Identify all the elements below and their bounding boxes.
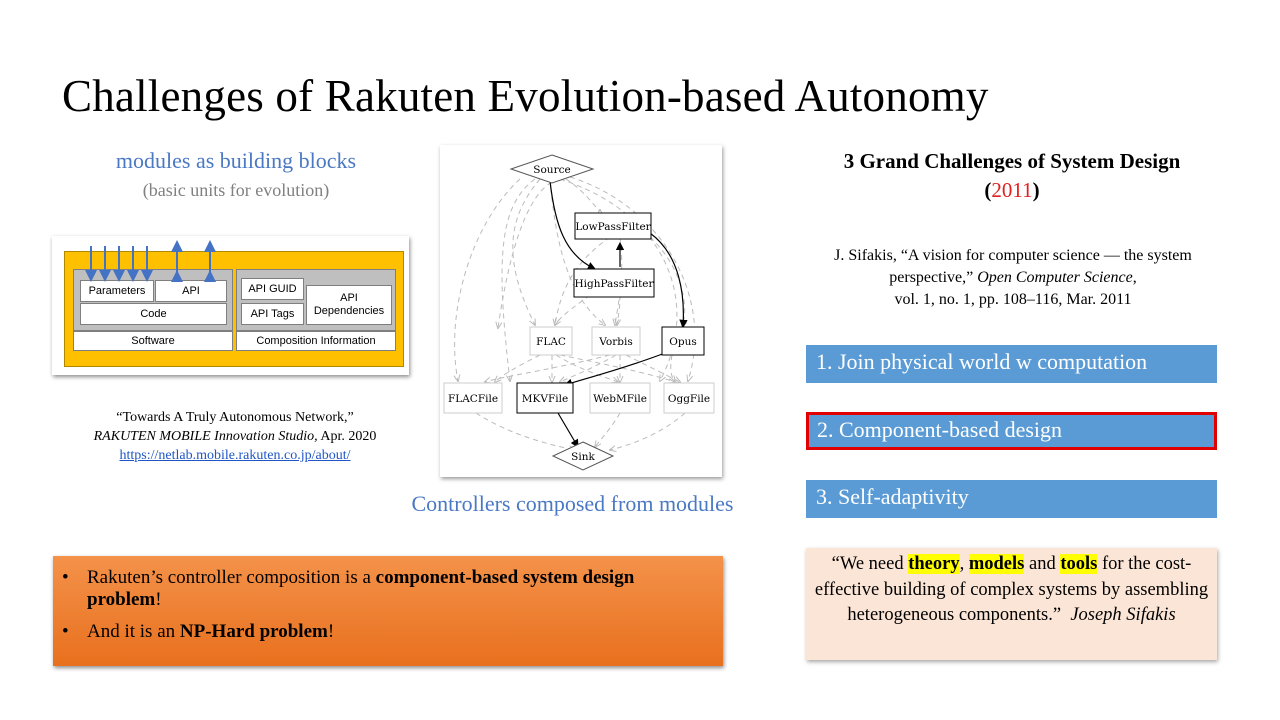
opus-label: Opus [669,336,696,348]
lowpass-label: LowPassFilter [575,221,651,233]
graph-edge [559,354,675,382]
graph-edge [555,294,591,325]
quote-highlight-models: models [968,554,1025,574]
graph-edge [455,178,521,381]
modules-subtitle: modules as building blocks [115,148,357,173]
bullet-text: Rakuten’s controller composition is a [87,567,376,588]
source-label: Source [533,164,570,176]
controller-graph: Source LowPassFilter HighPassFilter FLAC… [443,154,715,471]
reference-source: RAKUTEN MOBILE Innovation Studio, [93,429,318,444]
sifakis-ref-details: vol. 1, no. 1, pp. 108–116, Mar. 2011 [894,291,1132,308]
quote-highlight-tools: tools [1060,554,1098,574]
graph-edge [625,354,680,382]
bullet-item: • Rakuten’s controller composition is a … [62,567,703,611]
graph-edge [549,178,605,325]
grand-challenges-title: 3 Grand Challenges of System Design (201… [843,149,1181,202]
quote-text: “We need [831,554,909,574]
bullet-text-end: ! [327,621,335,642]
reference-line-1: “Towards A Truly Autonomous Network,” [116,410,354,425]
webmfile-label: WebMFile [593,393,647,405]
graph-caption: Controllers composed from modules [411,491,734,516]
quote-highlight-theory: theory [908,554,960,574]
quote-text: and [1024,554,1061,574]
challenge-item-3: 3. Self-adaptivity [806,480,1217,518]
graph-edge [565,178,600,211]
flacfile-label: FLACFile [448,393,498,405]
bullet-item: • And it is an NP-Hard problem! [62,621,703,643]
modules-subtitle-note: (basic units for evolution) [142,180,330,200]
bullet-text: And it is an [87,621,180,642]
composition-information-box: Composition Information [236,331,396,351]
flac-label: FLAC [536,336,566,348]
sink-label: Sink [571,451,595,463]
grand-challenges-heading: 3 Grand Challenges of System Design [843,149,1181,173]
rakuten-reference: “Towards A Truly Autonomous Network,” RA… [50,408,420,465]
oggfile-label: OggFile [668,393,710,405]
reference-date: Apr. 2020 [317,429,377,444]
slide-title: Challenges of Rakuten Evolution-based Au… [62,71,989,121]
bullet-emphasis: NP-Hard problem [179,621,328,642]
bullet-dot: • [62,567,69,588]
graph-edge [475,412,575,450]
highpass-label: HighPassFilter [574,278,654,290]
composition-problem-box: • Rakuten’s controller composition is a … [53,556,723,666]
api-tags-box: API Tags [241,303,304,325]
graph-edge [512,178,541,325]
sifakis-quote: “We need theory, models and tools for th… [806,548,1217,660]
reference-line-2: RAKUTEN MOBILE Innovation Studio, Apr. 2… [50,427,420,446]
graph-edge [610,412,686,450]
bullet-text-end: ! [155,589,162,610]
graph-edge [595,412,621,447]
graph-edge [557,412,579,449]
reference-link[interactable]: https://netlab.mobile.rakuten.co.jp/abou… [120,448,351,463]
graph-edge [563,352,666,387]
sifakis-reference: J. Sifakis, “A vision for computer scien… [834,247,1192,308]
bullet-dot: • [62,621,69,642]
quote-author: Joseph Sifakis [1070,605,1176,625]
quote-text: , [959,554,969,574]
vorbis-label: Vorbis [598,336,632,348]
api-guid-box: API GUID [241,278,304,300]
mkvfile-label: MKVFile [522,393,568,405]
code-box: Code [80,303,227,325]
api-dependencies-box: API Dependencies [306,285,392,325]
parameters-box: Parameters [80,280,154,302]
graph-edge [498,178,561,328]
module-arrows [85,240,216,282]
grand-challenges-year: 2011 [991,178,1033,202]
sifakis-ref-journal: Open Computer Science [977,269,1133,286]
software-label-box: Software [73,331,233,351]
challenge-item-2-highlighted: 2. Component-based design [806,412,1217,450]
challenge-item-1: 1. Join physical world w computation [806,345,1217,383]
api-box: API [155,280,227,302]
graph-edge [671,354,675,382]
